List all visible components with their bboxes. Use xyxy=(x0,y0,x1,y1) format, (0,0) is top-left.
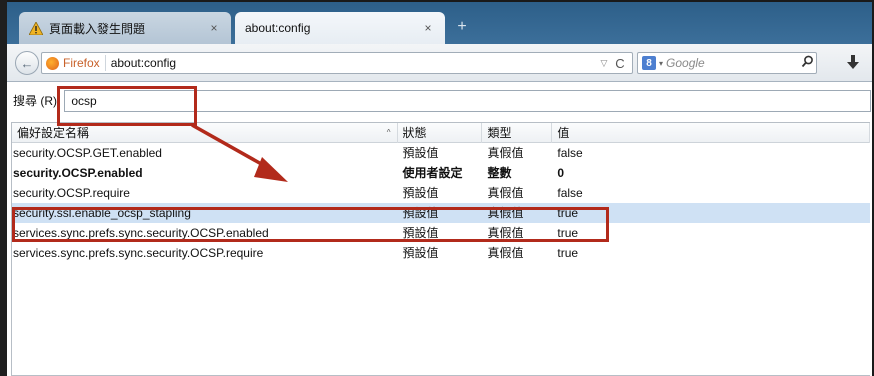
pref-status: 預設值 xyxy=(402,146,439,160)
table-body: security.OCSP.GET.enabled 預設值 真假值 false … xyxy=(12,143,870,263)
pref-value: false xyxy=(557,146,583,160)
url-text[interactable]: about:config xyxy=(111,56,596,70)
back-arrow-icon: ← xyxy=(20,55,34,71)
reload-icon[interactable]: C xyxy=(612,56,628,71)
table-row[interactable]: security.OCSP.enabled 使用者設定 整數 0 xyxy=(12,163,870,183)
engine-dropdown-icon[interactable]: ▾ xyxy=(659,59,663,68)
pref-name: services.sync.prefs.sync.security.OCSP.r… xyxy=(13,246,264,260)
table-row[interactable]: services.sync.prefs.sync.security.OCSP.r… xyxy=(12,243,870,263)
tab-label: 頁面載入發生問題 xyxy=(49,21,146,36)
annotation-arrow xyxy=(191,123,288,182)
identity-label: Firefox xyxy=(63,56,100,70)
window-edge xyxy=(0,0,7,376)
tab-label: about:config xyxy=(245,21,311,35)
search-placeholder[interactable]: Google xyxy=(666,56,798,70)
history-dropdown-icon[interactable]: ▽ xyxy=(596,58,612,69)
pref-type: 真假值 xyxy=(487,246,524,260)
filter-label: 搜尋 (R): xyxy=(13,94,61,108)
tab-strip: 頁面載入發生問題 × about:config × + xyxy=(7,2,872,44)
back-button[interactable]: ← xyxy=(15,51,39,75)
download-icon xyxy=(847,55,859,69)
column-header-status[interactable]: 狀態 xyxy=(398,123,483,143)
download-button[interactable] xyxy=(845,54,861,72)
search-icon[interactable] xyxy=(798,55,816,71)
search-highlight-box xyxy=(57,86,197,126)
column-header-type[interactable]: 類型 xyxy=(482,123,553,143)
pref-status: 預設值 xyxy=(402,186,439,200)
new-tab-button[interactable]: + xyxy=(453,18,471,36)
close-tab-icon[interactable]: × xyxy=(421,21,435,35)
pref-value: 0 xyxy=(557,166,565,180)
row-highlight-box xyxy=(12,207,609,242)
tab-page-load-error[interactable]: 頁面載入發生問題 × xyxy=(19,12,231,44)
preferences-table: 偏好設定名稱 ^ 狀態 類型 值 security.OCSP.GET.enabl… xyxy=(11,122,870,376)
table-row[interactable]: security.OCSP.require 預設值 真假值 false xyxy=(12,183,870,203)
navigation-toolbar: ← Firefox about:config ▽ C 8 ▾ Google xyxy=(7,44,872,82)
google-engine-icon[interactable]: 8 xyxy=(642,56,656,70)
table-header: 偏好設定名稱 ^ 狀態 類型 值 xyxy=(12,123,870,143)
pref-type: 整數 xyxy=(487,166,512,180)
pref-type: 真假值 xyxy=(487,186,524,200)
site-identity[interactable]: Firefox xyxy=(46,55,106,71)
tab-about-config[interactable]: about:config × xyxy=(235,12,445,44)
warning-icon xyxy=(29,21,43,35)
firefox-icon xyxy=(46,56,59,70)
pref-type: 真假值 xyxy=(487,146,524,160)
search-bar[interactable]: 8 ▾ Google xyxy=(637,52,817,74)
sort-arrow-icon: ^ xyxy=(386,128,391,137)
pref-value: true xyxy=(557,246,579,260)
url-bar[interactable]: Firefox about:config ▽ C xyxy=(41,52,633,74)
pref-value: false xyxy=(557,186,583,200)
column-header-value[interactable]: 值 xyxy=(552,123,870,143)
pref-status: 使用者設定 xyxy=(402,166,463,180)
pref-status: 預設值 xyxy=(402,246,439,260)
close-tab-icon[interactable]: × xyxy=(207,21,221,35)
table-row[interactable]: security.OCSP.GET.enabled 預設值 真假值 false xyxy=(12,143,870,163)
